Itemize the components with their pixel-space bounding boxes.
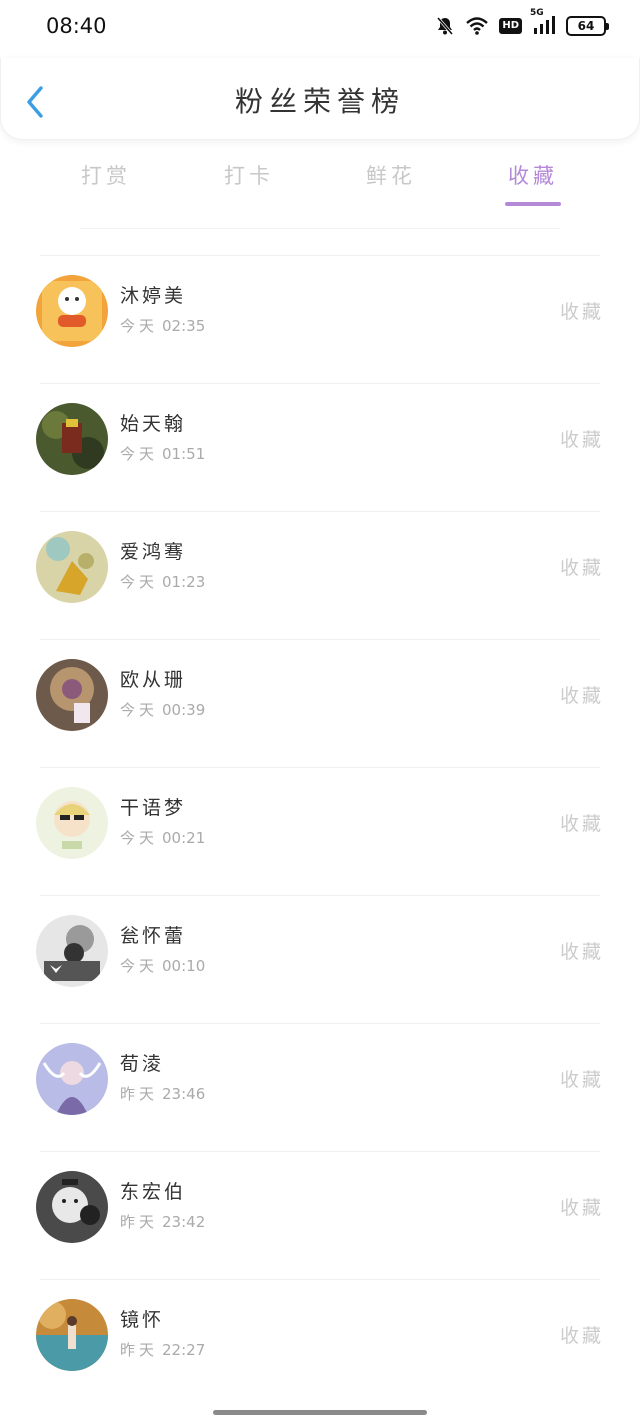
day-label: 昨天 <box>120 1341 159 1359</box>
list-item[interactable]: 沐婷美 今天 02:35 收藏 <box>0 255 640 383</box>
wifi-icon <box>465 16 489 36</box>
day-label: 今天 <box>120 317 159 335</box>
divider <box>40 1151 600 1152</box>
avatar <box>36 531 108 603</box>
fan-name: 干语梦 <box>120 797 187 819</box>
timestamp: 今天 01:23 <box>120 571 205 592</box>
fan-name: 荀淩 <box>120 1053 165 1075</box>
avatar <box>36 915 108 987</box>
action-label: 收藏 <box>559 1197 604 1219</box>
divider <box>80 228 560 229</box>
status-time: 08:40 <box>46 14 107 38</box>
timestamp: 今天 01:51 <box>120 443 205 464</box>
list-item[interactable]: 干语梦 今天 00:21 收藏 <box>0 767 640 895</box>
action-label: 收藏 <box>559 429 604 451</box>
action-label: 收藏 <box>559 813 604 835</box>
timestamp: 今天 02:35 <box>120 315 205 336</box>
time-label: 02:35 <box>162 317 206 335</box>
timestamp: 昨天 22:27 <box>120 1339 205 1360</box>
list-item[interactable]: 爱鸿骞 今天 01:23 收藏 <box>0 511 640 639</box>
tab-active-indicator <box>505 202 561 206</box>
tab-flowers[interactable]: 鲜花 <box>346 160 436 190</box>
list-item[interactable]: 荀淩 昨天 23:46 收藏 <box>0 1023 640 1151</box>
action-label: 收藏 <box>559 1325 604 1347</box>
tab-bar: 打赏 打卡 鲜花 收藏 <box>0 150 640 210</box>
hd-badge: HD <box>499 18 522 34</box>
divider <box>40 1023 600 1024</box>
network-type-label: 5G <box>530 8 544 18</box>
bell-muted-icon <box>435 16 455 36</box>
divider <box>40 511 600 512</box>
time-label: 00:39 <box>162 701 206 719</box>
avatar <box>36 1043 108 1115</box>
time-label: 23:42 <box>162 1213 206 1231</box>
timestamp: 今天 00:39 <box>120 699 205 720</box>
timestamp: 今天 00:21 <box>120 827 205 848</box>
timestamp: 今天 00:10 <box>120 955 205 976</box>
status-bar: 08:40 HD 5G 64 <box>0 0 640 58</box>
divider <box>40 1279 600 1280</box>
list-item[interactable]: 瓮怀蕾 今天 00:10 收藏 <box>0 895 640 1023</box>
divider <box>40 383 600 384</box>
tab-favorites[interactable]: 收藏 <box>488 160 578 190</box>
timestamp: 昨天 23:46 <box>120 1083 205 1104</box>
fan-name: 欧从珊 <box>120 669 187 691</box>
home-indicator[interactable] <box>213 1410 427 1415</box>
divider <box>40 895 600 896</box>
time-label: 22:27 <box>162 1341 206 1359</box>
time-label: 00:21 <box>162 829 206 847</box>
avatar <box>36 1171 108 1243</box>
time-label: 01:51 <box>162 445 206 463</box>
page-title: 粉丝荣誉榜 <box>234 85 405 118</box>
timestamp: 昨天 23:42 <box>120 1211 205 1232</box>
fan-name: 爱鸿骞 <box>120 541 187 563</box>
fan-name: 沐婷美 <box>120 285 187 307</box>
fan-name: 瓮怀蕾 <box>120 925 187 947</box>
action-label: 收藏 <box>559 685 604 707</box>
day-label: 今天 <box>120 829 159 847</box>
avatar <box>36 1299 108 1371</box>
avatar <box>36 659 108 731</box>
time-label: 23:46 <box>162 1085 206 1103</box>
divider <box>40 639 600 640</box>
list-item[interactable]: 始天翰 今天 01:51 收藏 <box>0 383 640 511</box>
list-item[interactable]: 东宏伯 昨天 23:42 收藏 <box>0 1151 640 1279</box>
battery-icon: 64 <box>566 16 609 36</box>
avatar <box>36 403 108 475</box>
action-label: 收藏 <box>559 301 604 323</box>
status-icons: HD 5G 64 <box>435 8 609 36</box>
time-label: 00:10 <box>162 957 206 975</box>
action-label: 收藏 <box>559 941 604 963</box>
day-label: 今天 <box>120 957 159 975</box>
divider <box>40 767 600 768</box>
fan-name: 东宏伯 <box>120 1181 187 1203</box>
day-label: 昨天 <box>120 1085 159 1103</box>
day-label: 今天 <box>120 445 159 463</box>
divider <box>40 255 600 256</box>
avatar <box>36 275 108 347</box>
fan-name: 镜怀 <box>120 1309 165 1331</box>
top-bar: 粉丝荣誉榜 <box>0 58 640 140</box>
action-label: 收藏 <box>559 557 604 579</box>
day-label: 今天 <box>120 701 159 719</box>
tab-checkin[interactable]: 打卡 <box>204 160 294 190</box>
action-label: 收藏 <box>559 1069 604 1091</box>
signal-icon: 5G <box>530 8 556 36</box>
time-label: 01:23 <box>162 573 206 591</box>
tab-tips[interactable]: 打赏 <box>61 160 151 190</box>
list-item[interactable]: 欧从珊 今天 00:39 收藏 <box>0 639 640 767</box>
day-label: 昨天 <box>120 1213 159 1231</box>
day-label: 今天 <box>120 573 159 591</box>
fan-name: 始天翰 <box>120 413 187 435</box>
list-item[interactable]: 镜怀 昨天 22:27 收藏 <box>0 1279 640 1407</box>
avatar <box>36 787 108 859</box>
